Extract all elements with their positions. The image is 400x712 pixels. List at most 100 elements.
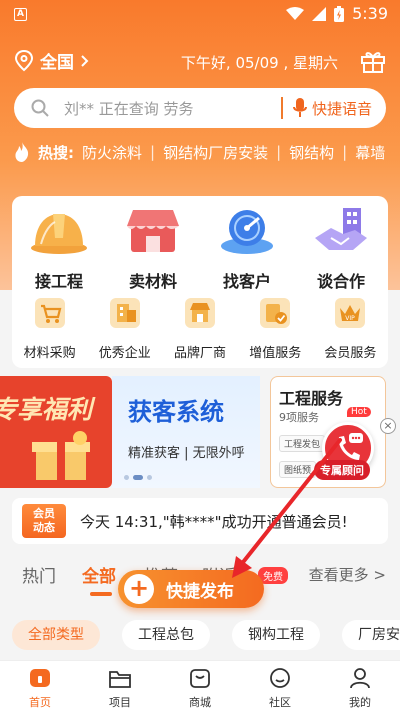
quick-publish-label: 快捷发布 bbox=[166, 581, 234, 602]
chevron-right-icon bbox=[81, 54, 89, 67]
action-excellent-enterprise[interactable]: 优秀企业 bbox=[87, 296, 162, 361]
hot-search-label: 热搜: bbox=[38, 143, 74, 162]
type-filter-row: 全部类型 工程总包 钢构工程 厂房安 bbox=[12, 620, 400, 652]
action-take-project[interactable]: 接工程 bbox=[19, 204, 99, 292]
action-label: 找客户 bbox=[222, 272, 271, 291]
location-pin-icon bbox=[14, 49, 34, 71]
service-tag: 图纸预 bbox=[279, 461, 317, 478]
nav-label: 社区 bbox=[269, 696, 291, 709]
action-member-service[interactable]: VIP 会员服务 bbox=[313, 296, 388, 361]
action-value-added-service[interactable]: 增值服务 bbox=[238, 296, 313, 361]
action-material-purchase[interactable]: 材料采购 bbox=[12, 296, 87, 361]
hot-search-item[interactable]: 钢结构厂房安装 bbox=[163, 142, 268, 163]
search-placeholder[interactable]: 刘** 正在查询 劳务 bbox=[64, 98, 281, 119]
exclusive-consultant-widget[interactable]: 专属顾问 × bbox=[314, 418, 396, 484]
divider: | bbox=[150, 143, 156, 161]
tab-all[interactable]: 全部 bbox=[82, 562, 116, 587]
radar-icon bbox=[221, 210, 273, 254]
divider: | bbox=[276, 143, 282, 161]
svg-text:VIP: VIP bbox=[346, 315, 356, 322]
signal-icon bbox=[312, 6, 327, 21]
feature-card: 接工程 卖材料 找客户 谈合作 材料采购 优秀企业 品牌厂商 增值服务 VIP … bbox=[12, 196, 388, 368]
quick-publish-button[interactable]: + 快捷发布 bbox=[118, 570, 264, 608]
tag-line: 会员 bbox=[33, 507, 55, 520]
nav-profile[interactable]: 我的 bbox=[320, 661, 400, 712]
action-label: 材料采购 bbox=[23, 346, 76, 361]
close-icon[interactable]: × bbox=[380, 418, 396, 434]
banner-subtitle: 9项服务 bbox=[279, 411, 319, 424]
community-icon bbox=[270, 668, 290, 688]
flame-icon bbox=[15, 142, 29, 162]
action-cooperate[interactable]: 谈合作 bbox=[301, 204, 381, 292]
shop-icon bbox=[185, 298, 215, 328]
action-label: 谈合作 bbox=[316, 272, 365, 291]
tab-hot[interactable]: 热门 bbox=[22, 562, 56, 587]
store-icon bbox=[127, 210, 179, 252]
customer-acquisition-banner[interactable]: 获客系统 精准获客 | 无限外呼 bbox=[112, 376, 260, 488]
nav-mall[interactable]: 商城 bbox=[160, 661, 240, 712]
handshake-icon bbox=[315, 208, 367, 250]
search-bar[interactable]: 刘** 正在查询 劳务 快捷语音 bbox=[14, 88, 386, 128]
action-label: 接工程 bbox=[34, 272, 83, 291]
wifi-icon bbox=[286, 6, 305, 20]
nav-projects[interactable]: 项目 bbox=[80, 661, 160, 712]
gift-icon[interactable] bbox=[360, 48, 386, 74]
action-label: 品牌厂商 bbox=[174, 346, 227, 361]
status-time: 5:39 bbox=[352, 4, 388, 23]
hot-search-item[interactable]: 防火涂料 bbox=[82, 142, 142, 163]
nav-home[interactable]: 首页 bbox=[0, 661, 80, 712]
consultant-label: 专属顾问 bbox=[314, 460, 370, 480]
action-brand-maker[interactable]: 品牌厂商 bbox=[162, 296, 237, 361]
filter-chip-factory[interactable]: 厂房安 bbox=[342, 620, 400, 650]
plus-icon: + bbox=[124, 574, 154, 604]
filter-chip-all-types[interactable]: 全部类型 bbox=[12, 620, 100, 650]
nav-label: 我的 bbox=[349, 696, 371, 709]
app-notification-icon: A bbox=[14, 8, 27, 21]
gift-box-icon bbox=[32, 431, 90, 480]
home-icon bbox=[30, 669, 50, 687]
hot-badge: Hot bbox=[347, 407, 371, 417]
nav-label: 商城 bbox=[189, 696, 211, 709]
bottom-navigation: 首页 项目 商城 社区 我的 bbox=[0, 660, 400, 712]
location-label: 全国 bbox=[40, 53, 74, 73]
mall-icon bbox=[190, 669, 210, 688]
action-label: 增值服务 bbox=[249, 346, 302, 361]
hot-search-row: 热搜: 防火涂料 | 钢结构厂房安装 | 钢结构 | 幕墙 bbox=[14, 140, 400, 164]
location-selector[interactable]: 全国 bbox=[14, 48, 90, 73]
hardhat-icon bbox=[31, 214, 87, 254]
enterprise-icon bbox=[109, 298, 140, 328]
filter-chip-steel-structure[interactable]: 钢构工程 bbox=[232, 620, 320, 650]
welfare-banner[interactable]: 专享福利 bbox=[0, 376, 112, 488]
banner-subtitle: 精准获客 | 无限外呼 bbox=[128, 446, 245, 461]
banner-title: 专享福利 bbox=[0, 395, 93, 424]
service-icon bbox=[260, 298, 291, 328]
voice-search-label: 快捷语音 bbox=[311, 99, 372, 118]
view-more-link[interactable]: 查看更多 > bbox=[309, 564, 386, 585]
carousel-dots bbox=[124, 475, 152, 480]
greeting-date: 下午好, 05/09 , 星期六 bbox=[180, 54, 338, 72]
microphone-icon bbox=[292, 98, 307, 117]
member-activity-tag: 会员 动态 bbox=[22, 504, 66, 538]
nav-label: 首页 bbox=[29, 696, 51, 709]
vip-icon: VIP bbox=[335, 298, 366, 328]
nav-community[interactable]: 社区 bbox=[240, 661, 320, 712]
hot-search-item[interactable]: 钢结构 bbox=[289, 142, 334, 163]
tag-line: 动态 bbox=[33, 521, 55, 534]
action-label: 卖材料 bbox=[128, 272, 177, 291]
member-activity-notice[interactable]: 会员 动态 今天 14:31,"韩****"成功开通普通会员! bbox=[12, 498, 388, 544]
profile-icon bbox=[350, 668, 370, 689]
voice-search-button[interactable]: 快捷语音 bbox=[283, 98, 386, 119]
battery-icon bbox=[334, 5, 345, 22]
filter-chip-general-contract[interactable]: 工程总包 bbox=[122, 620, 210, 650]
action-sell-material[interactable]: 卖材料 bbox=[113, 204, 193, 292]
hot-search-item[interactable]: 幕墙 bbox=[355, 142, 385, 163]
notice-text: 今天 14:31,"韩****"成功开通普通会员! bbox=[80, 512, 348, 531]
folder-icon bbox=[109, 671, 131, 688]
cart-icon bbox=[34, 298, 65, 328]
action-label: 优秀企业 bbox=[98, 346, 151, 361]
divider: | bbox=[342, 143, 348, 161]
action-label: 会员服务 bbox=[324, 346, 377, 361]
active-tab-indicator bbox=[90, 592, 112, 596]
banner-title: 工程服务 bbox=[279, 389, 344, 408]
action-find-customer[interactable]: 找客户 bbox=[207, 204, 287, 292]
